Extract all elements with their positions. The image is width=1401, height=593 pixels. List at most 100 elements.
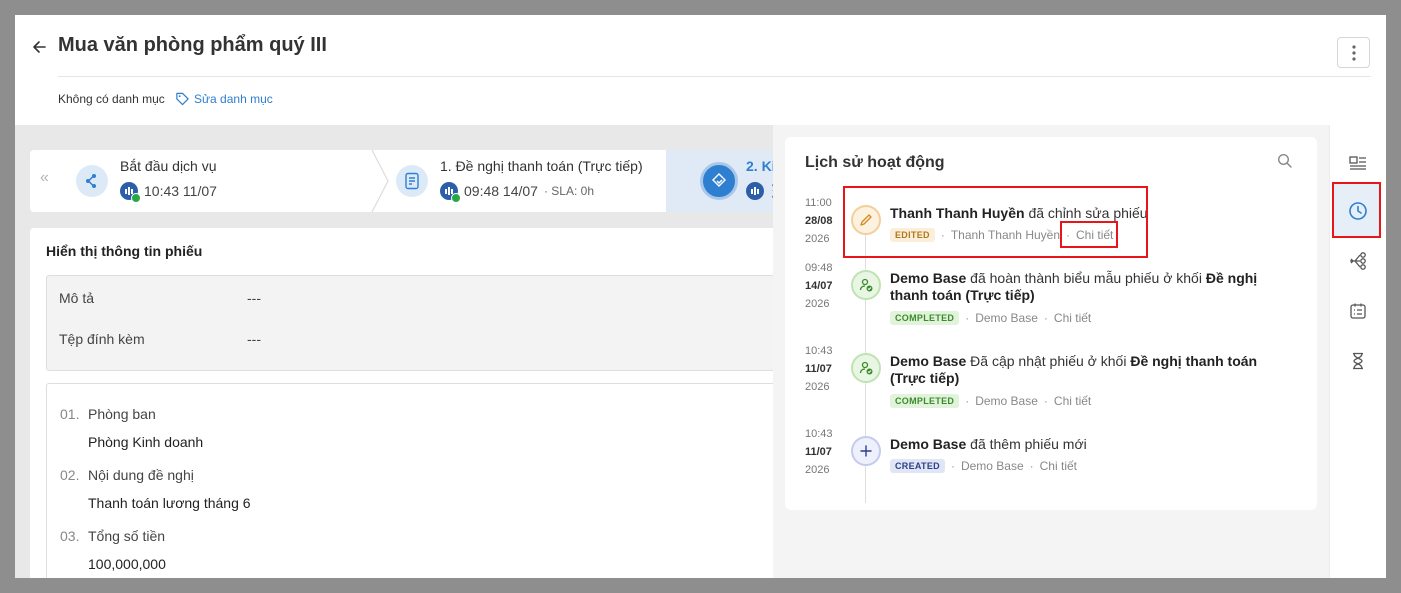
activity-by: Demo Base	[975, 394, 1038, 408]
activity-title: Lịch sử hoạt động	[805, 154, 945, 171]
activity-actor: Demo Base	[890, 353, 967, 369]
step-review-active[interactable]: 2. Kiểm	[666, 150, 773, 212]
activity-meta: COMPLETED · Demo Base · Chi tiết	[890, 394, 1091, 408]
step-title: 1. Đề nghị thanh toán (Trực tiếp)	[440, 158, 643, 174]
detail-link[interactable]: Chi tiết	[1076, 228, 1113, 242]
activity-time: 10:43	[805, 428, 833, 440]
field-value-request-content: Thanh toán lương tháng 6	[88, 495, 251, 511]
page-title: Mua văn phòng phẩm quý III	[58, 34, 327, 56]
ticket-workspace: « Bắt đầu dịch vụ 10:43 11/07 1. Đề nghị…	[15, 125, 773, 578]
status-badge: COMPLETED	[890, 394, 960, 408]
rail-task-button[interactable]	[1347, 300, 1369, 322]
field-label-total-amount: Tổng số tiền	[88, 528, 166, 544]
start-service-icon	[76, 165, 108, 197]
app-window: Mua văn phòng phẩm quý III Không có danh…	[15, 15, 1386, 578]
step-sla: · SLA: 0h	[543, 184, 594, 198]
workflow-steps-bar: « Bắt đầu dịch vụ 10:43 11/07 1. Đề nghị…	[30, 150, 773, 212]
activity-date: 11/07	[805, 363, 832, 375]
field-label-request-content: Nội dung đề nghị	[88, 467, 194, 483]
workflow-icon	[1350, 252, 1366, 270]
activity-datetime: 11:00 28/08 2026	[805, 194, 833, 248]
search-icon	[1277, 153, 1292, 168]
form-document-icon	[396, 165, 428, 197]
activity-meta: COMPLETED · Demo Base · Chi tiết	[890, 311, 1091, 325]
activity-action: đã hoàn thành biểu mẫu phiếu ở khối	[970, 270, 1202, 286]
detail-link[interactable]: Chi tiết	[1040, 459, 1077, 473]
search-button[interactable]	[1277, 153, 1295, 171]
rail-history-button[interactable]	[1347, 200, 1369, 222]
form-fields-box: 01. Phòng ban Phòng Kinh doanh 02. Nội d…	[46, 383, 773, 578]
user-check-icon	[859, 278, 873, 292]
field-number: 02.	[60, 467, 80, 483]
step-title: 2. Kiểm	[746, 158, 773, 174]
more-options-button[interactable]	[1337, 37, 1370, 68]
ticket-info-panel: Hiển thị thông tin phiếu Mô tả --- Tệp đ…	[30, 228, 773, 578]
activity-date: 28/08	[805, 215, 833, 227]
activity-year: 2026	[805, 381, 830, 393]
step-meta: 10:43 11/07	[120, 182, 217, 203]
activity-by: Demo Base	[975, 311, 1038, 325]
step-start[interactable]: Bắt đầu dịch vụ 10:43 11/07	[30, 150, 390, 212]
completed-event-dot	[851, 270, 881, 300]
activity-sidebar: Lịch sử hoạt động 11:00 28/08 2026 Thanh…	[773, 125, 1329, 578]
activity-time: 09:48	[805, 262, 833, 274]
check-badge-icon	[131, 193, 141, 203]
edit-category-label: Sửa danh mục	[194, 91, 273, 106]
rail-workflow-button[interactable]	[1347, 250, 1369, 272]
activity-datetime: 10:43 11/07 2026	[805, 342, 833, 396]
user-check-icon	[859, 361, 873, 375]
detail-link[interactable]: Chi tiết	[1054, 394, 1091, 408]
field-value-department: Phòng Kinh doanh	[88, 434, 204, 450]
status-badge: CREATED	[890, 459, 945, 473]
activity-history-card: Lịch sử hoạt động 11:00 28/08 2026 Thanh…	[785, 137, 1317, 510]
field-number: 03.	[60, 528, 80, 544]
avatar	[440, 182, 461, 203]
detail-link[interactable]: Chi tiết	[1054, 311, 1091, 325]
activity-action: Đã cập nhật phiếu ở khối	[970, 353, 1127, 369]
activity-meta: EDITED · Thanh Thanh Huyền · Chi tiết	[890, 228, 1113, 242]
activity-datetime: 10:43 11/07 2026	[805, 425, 833, 479]
description-value: ---	[247, 290, 261, 306]
edit-category-link[interactable]: Sửa danh mục	[175, 91, 273, 106]
activity-by: Thanh Thanh Huyền	[950, 228, 1061, 242]
activity-actor: Demo Base	[890, 270, 967, 286]
kebab-menu-icon	[1351, 44, 1356, 61]
right-tool-rail	[1329, 125, 1386, 578]
step-title: Bắt đầu dịch vụ	[120, 158, 217, 174]
activity-action: đã thêm phiếu mới	[970, 436, 1087, 452]
step-payment-request[interactable]: 1. Đề nghị thanh toán (Trực tiếp) 09:48 …	[390, 150, 690, 212]
avatar	[746, 182, 764, 200]
attachment-label: Tệp đính kèm	[59, 331, 145, 347]
clock-icon	[1349, 202, 1367, 220]
created-event-dot	[851, 436, 881, 466]
section-title: Hiển thị thông tin phiếu	[46, 243, 203, 259]
activity-text: Demo Base Đã cập nhật phiếu ở khối Đề ng…	[890, 353, 1295, 387]
task-icon	[1350, 303, 1366, 319]
field-label-department: Phòng ban	[88, 406, 156, 422]
activity-action: đã chỉnh sửa phiếu	[1028, 205, 1148, 221]
activity-year: 2026	[805, 464, 830, 476]
step-meta: 09:48 14/07 · SLA: 0h	[440, 182, 594, 203]
activity-year: 2026	[805, 233, 830, 245]
rail-form-view-button[interactable]	[1347, 152, 1369, 174]
step-time: 10:43 11/07	[144, 183, 217, 199]
activity-date: 11/07	[805, 446, 832, 458]
field-number: 01.	[60, 406, 80, 422]
check-badge-icon	[451, 193, 461, 203]
activity-time: 10:43	[805, 345, 833, 357]
description-box: Mô tả --- Tệp đính kèm ---	[46, 275, 773, 371]
completed-event-dot	[851, 353, 881, 383]
rail-sla-button[interactable]	[1347, 350, 1369, 372]
edit-event-dot	[851, 205, 881, 235]
form-view-icon	[1349, 156, 1366, 170]
activity-meta: CREATED · Demo Base · Chi tiết	[890, 459, 1077, 473]
activity-text: Demo Base đã hoàn thành biểu mẫu phiếu ở…	[890, 270, 1295, 304]
activity-datetime: 09:48 14/07 2026	[805, 259, 833, 313]
field-value-total-amount: 100,000,000	[88, 556, 166, 572]
activity-year: 2026	[805, 298, 830, 310]
activity-actor: Thanh Thanh Huyền	[890, 205, 1025, 221]
back-button[interactable]	[29, 35, 49, 59]
page-header: Mua văn phòng phẩm quý III Không có danh…	[15, 15, 1386, 125]
avatar	[120, 182, 141, 203]
category-label: Không có danh mục	[58, 92, 165, 106]
